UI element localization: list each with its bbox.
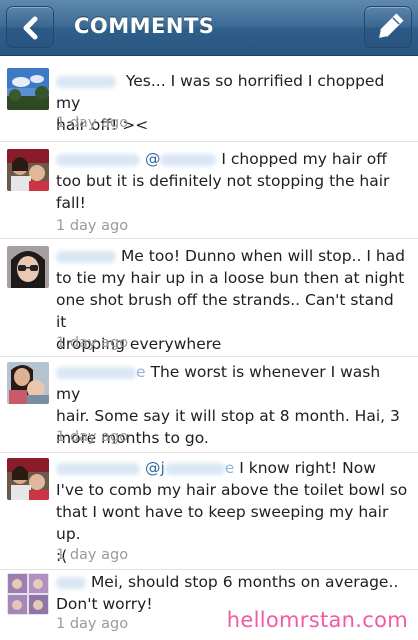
comment-line: I know right! Now	[239, 459, 376, 477]
comment-line: Mei, should stop 6 months on average..	[90, 573, 399, 591]
comment-item[interactable]: Yes... I was so horrified I chopped my h…	[0, 57, 418, 142]
comment-line: I've to comb my hair above the toilet bo…	[56, 481, 408, 499]
mention-link[interactable]: @j	[145, 459, 165, 477]
username-blurred[interactable]	[56, 153, 140, 166]
mention-blurred[interactable]	[164, 462, 225, 475]
username-blurred[interactable]	[56, 75, 116, 88]
avatar[interactable]	[7, 68, 49, 110]
avatar[interactable]	[7, 362, 49, 404]
timestamp: 1 day ago	[56, 429, 129, 445]
comment-item[interactable]: Me too! Dunno when will stop.. I had to …	[0, 239, 418, 357]
comment-line: one shot brush off the strands.. Can't s…	[56, 291, 394, 331]
username-blurred[interactable]	[56, 250, 116, 263]
back-button[interactable]	[6, 6, 54, 48]
username-blurred[interactable]	[56, 462, 140, 475]
avatar[interactable]	[7, 246, 49, 288]
comment-line: that I wont have to keep sweeping my hai…	[56, 503, 389, 543]
timestamp: 1 day ago	[56, 115, 129, 131]
watermark-text: hellomrstan.com	[226, 608, 408, 632]
mention-blurred[interactable]	[160, 153, 217, 166]
comment-line: hair. Some say it will stop at 8 month. …	[56, 407, 400, 425]
username-blurred[interactable]	[56, 366, 136, 379]
avatar[interactable]	[7, 458, 49, 500]
timestamp: 1 day ago	[56, 616, 129, 632]
comment-text: @ I chopped my hair off too but it is de…	[56, 148, 408, 214]
comment-item[interactable]: @ I chopped my hair off too but it is de…	[0, 142, 418, 239]
mention-suffix: e	[224, 459, 235, 477]
page-title: COMMENTS	[74, 14, 215, 38]
chevron-left-icon	[23, 16, 38, 40]
avatar[interactable]	[7, 149, 49, 191]
mention-link[interactable]: @	[145, 150, 161, 168]
comment-line: to tie my hair up in a loose bun then at…	[56, 269, 405, 287]
comment-line: Me too! Dunno when will stop.. I had	[120, 247, 406, 265]
compose-button[interactable]	[364, 6, 412, 48]
comment-line: too but it is definitely not stopping th…	[56, 172, 390, 190]
timestamp: 1 day ago	[56, 335, 129, 351]
comment-line: I chopped my hair off	[221, 150, 387, 168]
comment-line: fall!	[56, 194, 86, 212]
comment-item[interactable]: e The worst is whenever I wash my hair. …	[0, 357, 418, 453]
username-blurred[interactable]	[56, 576, 86, 589]
pencil-icon	[379, 13, 404, 38]
navigation-bar: COMMENTS	[0, 0, 418, 56]
comment-item[interactable]: @j e I know right! Now I've to comb my ha…	[0, 453, 418, 570]
avatar[interactable]	[7, 573, 49, 615]
timestamp: 1 day ago	[56, 218, 129, 234]
timestamp: 1 day ago	[56, 547, 129, 563]
comment-line: Don't worry!	[56, 595, 153, 613]
username-suffix: e	[136, 363, 146, 381]
